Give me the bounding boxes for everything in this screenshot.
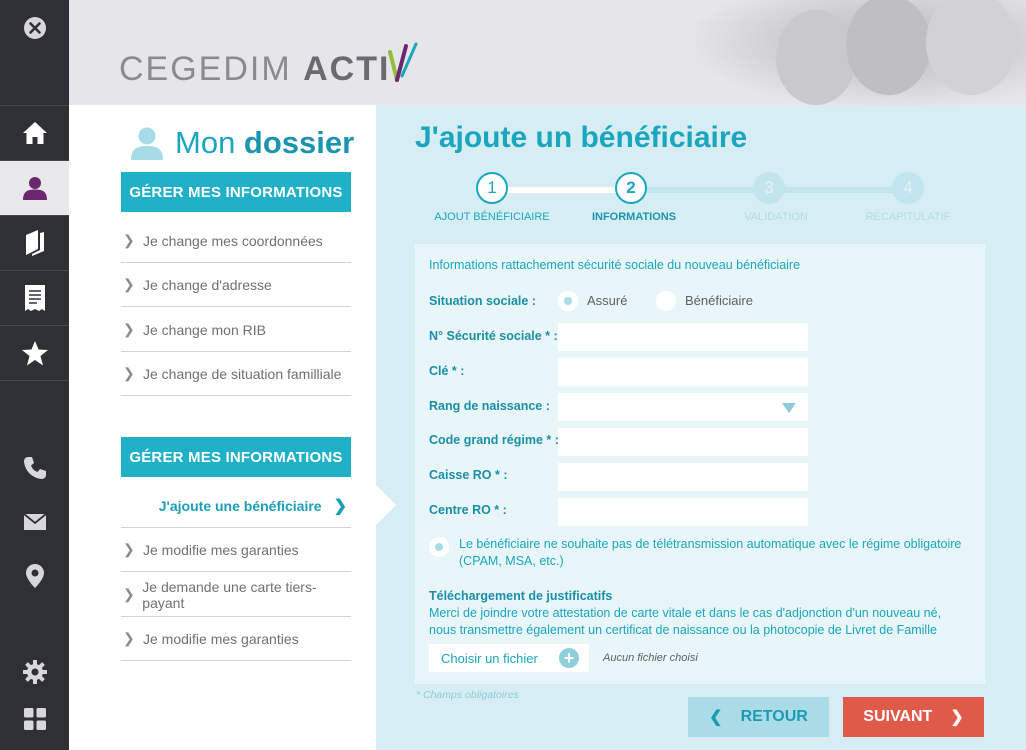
- caisse-ro-input[interactable]: [558, 463, 808, 491]
- book-icon: [25, 230, 44, 256]
- form-intro: Informations rattachement sécurité socia…: [429, 258, 801, 272]
- close-button[interactable]: [0, 0, 69, 55]
- field-label-secu: N° Sécurité sociale * :: [429, 329, 558, 343]
- menu-item-change-rib[interactable]: ❯ Je change mon RIB: [121, 308, 351, 352]
- field-label-code-regime: Code grand régime * :: [429, 433, 559, 447]
- step-1-label: AJOUT BÉNÉFICIAIRE: [434, 211, 550, 223]
- step-4-circle: 4: [892, 172, 924, 204]
- step-2-circle: 2: [615, 172, 647, 204]
- phone-icon: [23, 457, 46, 479]
- beneficiary-form: Informations rattachement sécurité socia…: [415, 244, 985, 684]
- nav-mail[interactable]: [0, 495, 69, 549]
- nav-location[interactable]: [0, 549, 69, 603]
- chevron-right-icon: ❯: [123, 586, 135, 602]
- chevron-right-icon: ❯: [123, 541, 135, 557]
- required-fields-note: * Champs obligatoires: [416, 689, 519, 701]
- step-2-label: INFORMATIONS: [591, 211, 677, 223]
- nav-apps[interactable]: [0, 692, 69, 746]
- menu-item-modify-guarantees-2[interactable]: ❯ Je modifie mes garanties: [121, 617, 351, 661]
- upload-title: Téléchargement de justificatifs: [429, 589, 613, 603]
- nav-settings[interactable]: [0, 645, 69, 699]
- nav-home[interactable]: [0, 106, 69, 160]
- radio-assure-label: Assuré: [587, 293, 628, 308]
- teletransmission-note: Le bénéficiaire ne souhaite pas de télét…: [459, 537, 962, 568]
- header-family-photo: [696, 0, 1026, 105]
- nav-favorites[interactable]: [0, 326, 69, 380]
- choose-file-button[interactable]: Choisir un fichier +: [429, 644, 589, 672]
- step-1-circle: 1: [476, 172, 508, 204]
- user-icon: [22, 177, 47, 200]
- stepper-progress: [492, 187, 632, 193]
- menu-item-add-beneficiary-current[interactable]: J'ajoute une bénéficiaire ❯: [121, 484, 351, 528]
- nav-dossier[interactable]: [0, 161, 69, 215]
- nav-receipts[interactable]: [0, 271, 69, 325]
- no-file-chosen: Aucun fichier choisi: [603, 652, 698, 664]
- radio-assure[interactable]: [558, 291, 578, 311]
- nav-phone[interactable]: [0, 441, 69, 495]
- close-icon: [23, 16, 46, 39]
- chevron-right-icon: ❯: [123, 365, 135, 381]
- menu-item-change-contact[interactable]: ❯ Je change mes coordonnées: [121, 219, 351, 263]
- menu-item-modify-guarantees[interactable]: ❯ Je modifie mes garanties: [121, 528, 351, 572]
- field-label-caisse: Caisse RO * :: [429, 468, 508, 482]
- chevron-right-icon: ❯: [123, 321, 135, 337]
- mail-icon: [22, 513, 47, 530]
- icon-rail: [0, 0, 69, 750]
- menu-item-change-family-situation[interactable]: ❯ Je change de situation familliale: [121, 352, 351, 396]
- home-icon: [22, 122, 47, 144]
- radio-beneficiaire-label: Bénéficiaire: [685, 293, 753, 308]
- location-pin-icon: [25, 564, 44, 588]
- field-label-centre: Centre RO * :: [429, 503, 507, 517]
- chevron-right-icon: ❯: [333, 497, 347, 515]
- step-3-label: VALIDATION: [744, 211, 808, 223]
- field-label-cle: Clé * :: [429, 364, 465, 378]
- next-button[interactable]: SUIVANT ❯: [843, 697, 984, 737]
- current-item-pointer: [376, 485, 396, 525]
- gear-icon: [22, 660, 47, 684]
- secu-number-input[interactable]: [558, 323, 808, 351]
- chevron-right-icon: ❯: [123, 630, 135, 646]
- section-manage-info-2[interactable]: GÉRER MES INFORMATIONS: [121, 437, 351, 477]
- header: CEGEDIM ACTI: [69, 0, 1026, 105]
- back-button[interactable]: ❮ RETOUR: [688, 697, 829, 737]
- page-title: J'ajoute un bénéficiaire: [415, 121, 748, 154]
- dossier-side-menu: Mon dossier GÉRER MES INFORMATIONS ❯ Je c…: [69, 105, 376, 750]
- grid-icon: [23, 708, 46, 730]
- chevron-down-icon: [782, 403, 796, 413]
- receipt-icon: [24, 285, 45, 311]
- menu-item-request-card[interactable]: ❯ Je demande une carte tiers-payant: [121, 573, 351, 617]
- field-label-rang: Rang de naissance :: [429, 399, 550, 413]
- nav-documents[interactable]: [0, 216, 69, 270]
- chevron-right-icon: ❯: [950, 709, 964, 726]
- chevron-right-icon: ❯: [123, 276, 135, 292]
- step-3-circle: 3: [753, 172, 785, 204]
- code-regime-input[interactable]: [558, 428, 808, 456]
- user-icon: [131, 127, 163, 160]
- plus-icon: +: [559, 648, 579, 668]
- menu-item-change-address[interactable]: ❯ Je change d'adresse: [121, 263, 351, 307]
- radio-beneficiaire[interactable]: [656, 291, 676, 311]
- birth-rank-select[interactable]: [558, 393, 808, 421]
- teletransmission-option[interactable]: [429, 537, 449, 557]
- step-4-label: RÉCAPITULATIF: [865, 211, 951, 223]
- logo-v-mark: [388, 42, 418, 82]
- cle-input[interactable]: [558, 358, 808, 386]
- section-manage-info-1[interactable]: GÉRER MES INFORMATIONS: [121, 172, 351, 212]
- main-panel: J'ajoute un bénéficiaire 1 2 3 4 AJOUT B…: [376, 105, 1026, 750]
- side-title: Mon dossier: [129, 123, 354, 163]
- star-icon: [21, 341, 48, 366]
- cegedim-activ-logo: CEGEDIM ACTI: [119, 42, 418, 89]
- situation-label: Situation sociale :: [429, 294, 536, 308]
- upload-instructions: Merci de joindre votre attestation de ca…: [429, 606, 942, 637]
- chevron-right-icon: ❯: [123, 232, 135, 248]
- chevron-left-icon: ❮: [709, 709, 723, 726]
- centre-ro-input[interactable]: [558, 498, 808, 526]
